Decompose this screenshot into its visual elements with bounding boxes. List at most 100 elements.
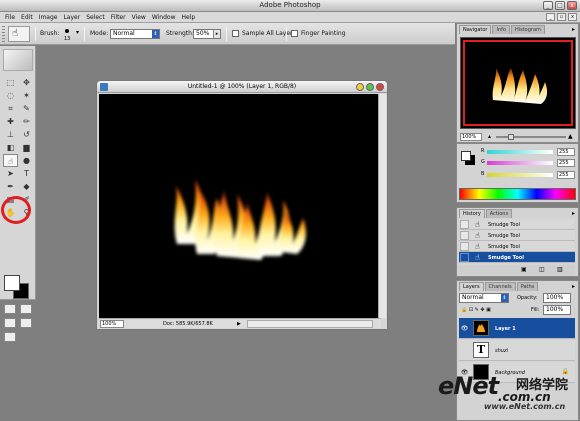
clone-stamp-tool-icon[interactable]: ⊥ xyxy=(3,128,18,141)
layer-row-selected[interactable]: 👁 Layer 1 xyxy=(459,318,575,339)
eye-icon[interactable]: 👁 xyxy=(460,324,469,333)
history-item[interactable]: ☝ Smudge Tool xyxy=(459,230,575,241)
type-tool-icon[interactable]: T xyxy=(19,167,34,180)
options-bar-grip[interactable] xyxy=(2,26,5,42)
document-title-bar[interactable]: Untitled-1 @ 100% (Layer 1, RGB/8) xyxy=(97,81,387,93)
smudge-tool-icon[interactable]: ☝ xyxy=(3,154,18,167)
doc-minimize-button[interactable] xyxy=(356,83,364,91)
green-slider[interactable] xyxy=(487,161,553,165)
tool-preset-picker[interactable]: ☝ xyxy=(8,26,30,42)
slice-tool-icon[interactable]: ✎ xyxy=(19,102,34,115)
fill-input[interactable]: 100% xyxy=(543,305,571,315)
pen-tool-icon[interactable]: ✒ xyxy=(3,180,18,193)
trash-icon[interactable]: ▥ xyxy=(557,266,563,273)
zoom-field[interactable]: 100% xyxy=(100,320,124,328)
status-menu-icon[interactable]: ▶ xyxy=(237,321,241,327)
tab-info[interactable]: Info xyxy=(492,25,510,34)
panel-menu-icon[interactable]: ▸ xyxy=(572,210,575,217)
magic-wand-tool-icon[interactable]: ✶ xyxy=(19,89,34,102)
standard-screen-mode-icon[interactable] xyxy=(4,318,16,328)
new-document-icon[interactable]: ▣ xyxy=(521,266,527,273)
menu-image[interactable]: Image xyxy=(36,12,61,22)
vertical-scrollbar[interactable] xyxy=(378,94,386,318)
photoshop-feather-icon[interactable] xyxy=(3,49,33,71)
strength-input[interactable]: 50% ▸ xyxy=(193,29,221,39)
menu-window[interactable]: Window xyxy=(149,12,179,22)
navigator-zoom-field[interactable]: 100% xyxy=(460,133,482,141)
zoom-out-icon[interactable]: ▴ xyxy=(488,133,491,140)
blue-slider[interactable] xyxy=(487,173,553,177)
history-source-box[interactable] xyxy=(460,242,469,251)
menu-select[interactable]: Select xyxy=(83,12,108,22)
foreground-color-swatch[interactable] xyxy=(461,151,471,161)
menu-layer[interactable]: Layer xyxy=(60,12,83,22)
path-selection-tool-icon[interactable]: ➤ xyxy=(3,167,18,180)
red-slider[interactable] xyxy=(487,150,553,154)
brush-tool-icon[interactable]: ✏ xyxy=(19,115,34,128)
eye-icon[interactable] xyxy=(460,346,469,355)
doc-minimize-button[interactable]: _ xyxy=(546,13,555,21)
tab-histogram[interactable]: Histogram xyxy=(510,25,545,34)
panel-menu-icon[interactable]: ▸ xyxy=(572,26,575,33)
mode-select[interactable]: Normal ⇕ xyxy=(110,29,160,39)
menu-file[interactable]: File xyxy=(2,12,18,22)
tab-navigator[interactable]: Navigator xyxy=(459,25,492,34)
panel-menu-icon[interactable]: ▸ xyxy=(572,283,575,290)
blue-value[interactable]: 255 xyxy=(557,171,575,179)
crop-tool-icon[interactable]: ⌗ xyxy=(3,102,18,115)
doc-restore-button[interactable]: ▫ xyxy=(557,13,566,21)
maximize-button[interactable]: □ xyxy=(555,1,565,10)
minimize-button[interactable]: _ xyxy=(543,1,553,10)
tab-history[interactable]: History xyxy=(459,209,485,218)
jump-to-imageready-icon[interactable] xyxy=(4,332,16,342)
tab-layers[interactable]: Layers xyxy=(459,282,484,291)
standard-mode-icon[interactable] xyxy=(4,304,16,314)
canvas[interactable] xyxy=(99,94,379,318)
sample-all-layers-checkbox[interactable] xyxy=(232,30,239,37)
doc-close-button[interactable] xyxy=(376,83,384,91)
tab-actions[interactable]: Actions xyxy=(485,209,513,218)
close-button[interactable]: x xyxy=(567,1,577,10)
marquee-tool-icon[interactable]: ⬚ xyxy=(3,76,18,89)
quick-mask-mode-icon[interactable] xyxy=(20,304,32,314)
full-screen-mode-icon[interactable] xyxy=(20,318,32,328)
doc-close-button[interactable]: x xyxy=(568,13,577,21)
healing-brush-tool-icon[interactable]: ✚ xyxy=(3,115,18,128)
eraser-tool-icon[interactable]: ◧ xyxy=(3,141,18,154)
new-snapshot-icon[interactable]: ◫ xyxy=(539,266,545,273)
dodge-tool-icon[interactable]: ● xyxy=(19,154,34,167)
history-source-box[interactable] xyxy=(460,231,469,240)
horizontal-scrollbar[interactable] xyxy=(247,320,373,328)
history-brush-tool-icon[interactable]: ↺ xyxy=(19,128,34,141)
tab-paths[interactable]: Paths xyxy=(516,282,539,291)
navigator-thumbnail[interactable] xyxy=(460,37,576,129)
finger-painting-checkbox[interactable] xyxy=(291,30,298,37)
brush-dropdown-icon[interactable]: ▾ xyxy=(76,29,79,36)
move-tool-icon[interactable]: ✥ xyxy=(19,76,34,89)
menu-view[interactable]: View xyxy=(129,12,149,22)
opacity-input[interactable]: 100% xyxy=(543,293,571,303)
history-item-selected[interactable]: ☝ Smudge Tool xyxy=(459,252,575,263)
menu-help[interactable]: Help xyxy=(179,12,199,22)
zoom-slider[interactable] xyxy=(496,136,566,138)
view-box-frame[interactable] xyxy=(463,40,573,126)
color-spectrum[interactable] xyxy=(459,188,576,200)
tab-channels[interactable]: Channels xyxy=(484,282,516,291)
shape-tool-icon[interactable]: ◆ xyxy=(19,180,34,193)
red-value[interactable]: 255 xyxy=(557,148,575,156)
layer-row[interactable]: T shuzi xyxy=(459,340,575,361)
green-value[interactable]: 255 xyxy=(557,159,575,167)
history-source-box[interactable] xyxy=(460,220,469,229)
history-source-box[interactable] xyxy=(460,253,469,262)
blend-mode-select[interactable]: Normal ⇕ xyxy=(459,293,509,303)
history-item[interactable]: ☝ Smudge Tool xyxy=(459,219,575,230)
gradient-tool-icon[interactable]: ▆ xyxy=(19,141,34,154)
history-item[interactable]: ☝ Smudge Tool xyxy=(459,241,575,252)
menu-edit[interactable]: Edit xyxy=(18,12,36,22)
zoom-in-icon[interactable]: ▲ xyxy=(568,133,573,140)
lasso-tool-icon[interactable]: ◌ xyxy=(3,89,18,102)
zoom-slider-knob[interactable] xyxy=(508,134,514,140)
foreground-color-swatch[interactable] xyxy=(4,275,20,291)
menu-filter[interactable]: Filter xyxy=(108,12,129,22)
brush-picker[interactable] xyxy=(62,26,72,36)
